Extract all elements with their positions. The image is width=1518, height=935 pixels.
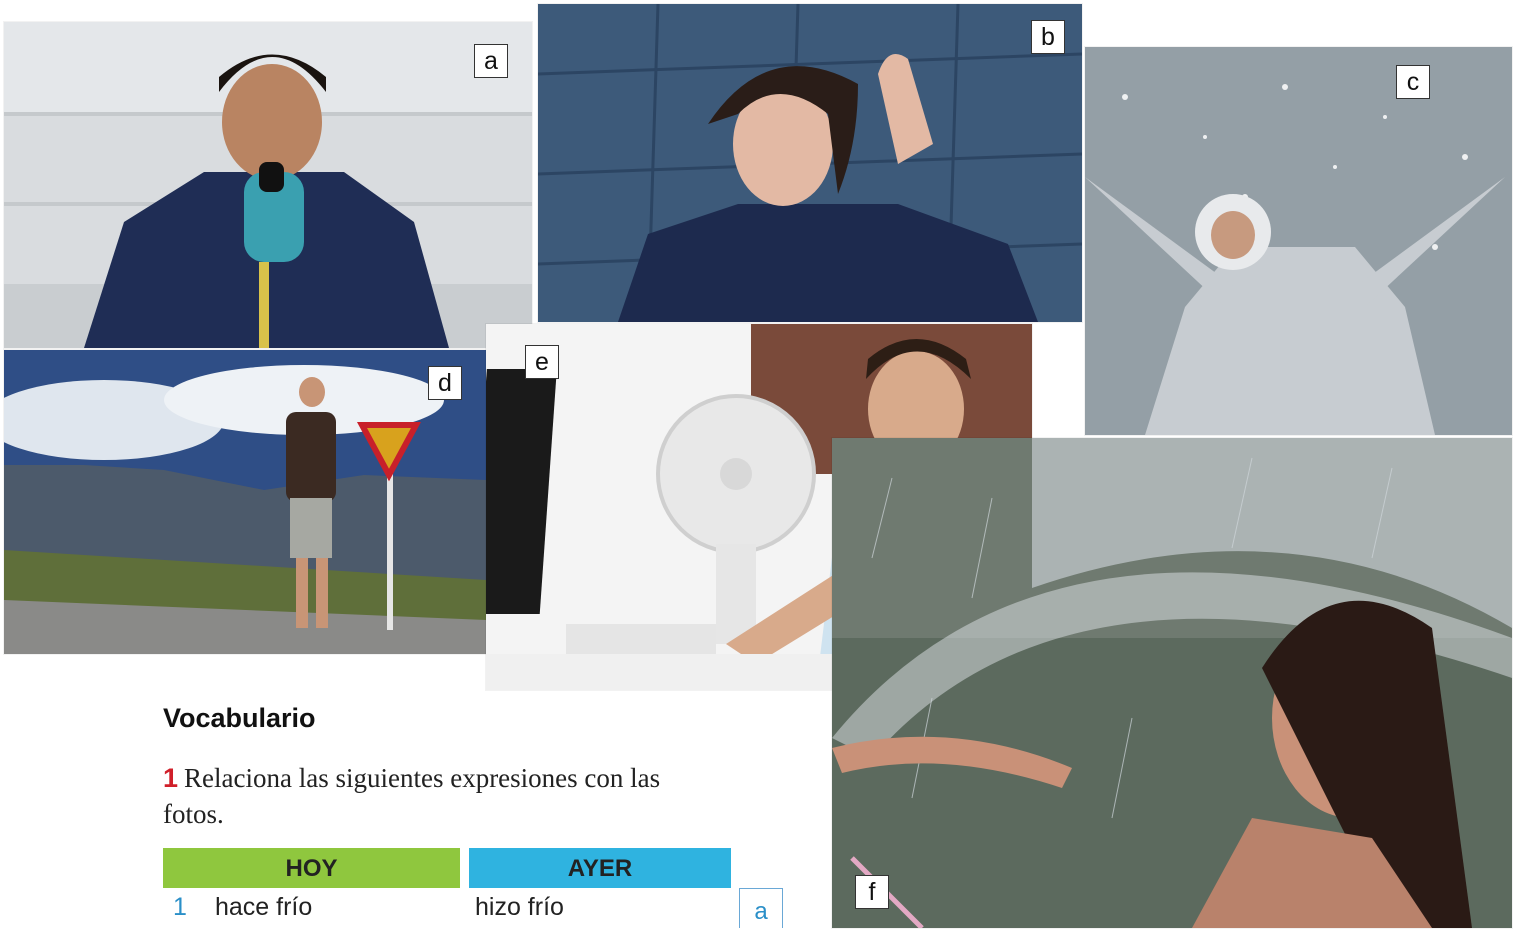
photo-c: c: [1085, 47, 1512, 435]
exercise-instruction: 1 Relaciona las siguientes expresiones co…: [163, 760, 723, 832]
photo-d: d: [4, 350, 486, 654]
windy-woman-photo: [538, 4, 1082, 322]
photo-label-b: b: [1031, 20, 1065, 54]
rain-umbrella-photo: [832, 438, 1512, 928]
column-header-ayer: AYER: [469, 848, 731, 888]
photo-label-d: d: [428, 366, 462, 400]
row-number: 1: [173, 893, 187, 921]
sunny-hiker-photo: [4, 350, 486, 654]
exercise-number: 1: [163, 763, 179, 793]
photo-b: b: [538, 4, 1082, 322]
vocabulary-heading: Vocabulario: [163, 703, 316, 733]
photo-label-e: e: [525, 345, 559, 379]
photo-label-f: f: [855, 875, 889, 909]
column-header-hoy: HOY: [163, 848, 460, 888]
instruction-text: Relaciona las siguientes expresiones con…: [163, 763, 661, 829]
photo-label-a: a: [474, 44, 508, 78]
photo-a: a: [4, 22, 532, 348]
photo-f: f: [832, 438, 1512, 928]
row-hoy-expression: hace frío: [215, 893, 313, 921]
answer-box[interactable]: a: [739, 888, 783, 928]
cold-man-photo: [4, 22, 532, 348]
photo-label-c: c: [1396, 65, 1430, 99]
row-ayer-expression: hizo frío: [475, 893, 564, 921]
snow-child-photo: [1085, 47, 1512, 435]
